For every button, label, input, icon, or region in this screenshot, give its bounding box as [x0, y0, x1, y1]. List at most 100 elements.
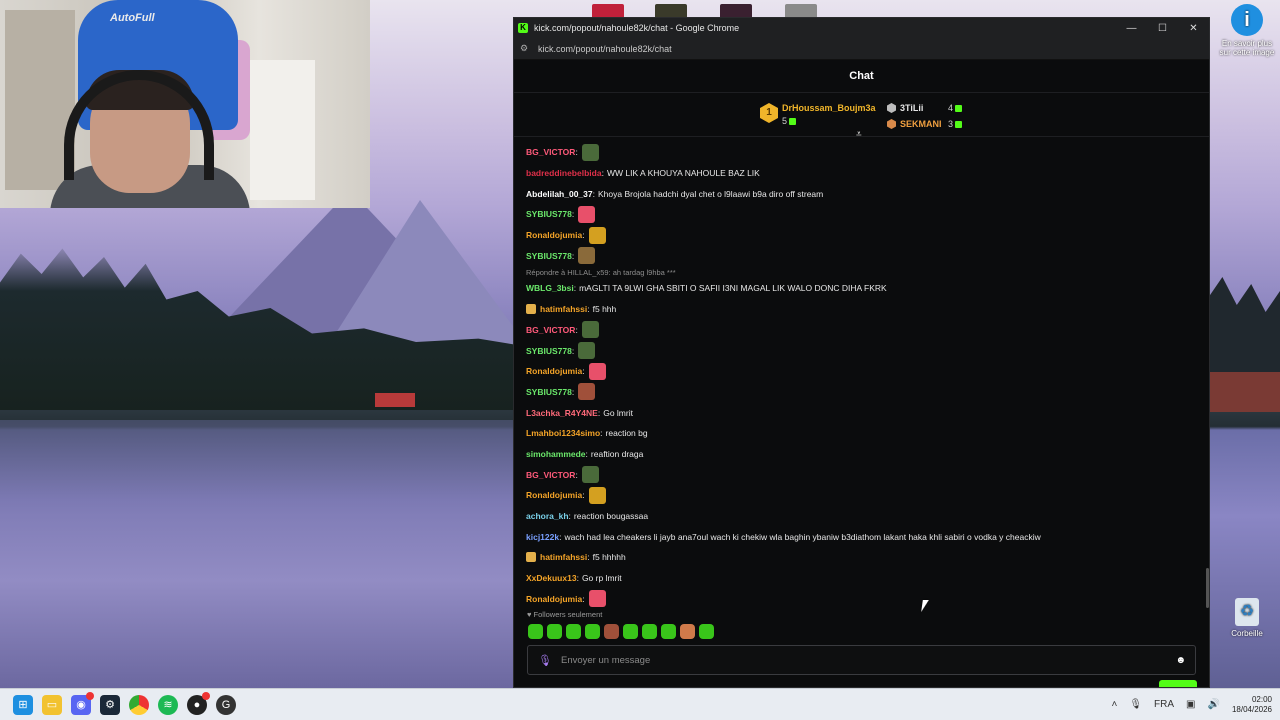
language-indicator[interactable]: FRA [1154, 699, 1174, 710]
steam-icon[interactable]: ⚙ [100, 694, 120, 715]
chat-username[interactable]: SYBIUS778 [526, 209, 572, 219]
emote-button[interactable] [547, 624, 562, 639]
chat-username[interactable]: kicj122k [526, 532, 559, 542]
chat-emote-icon [588, 590, 606, 608]
chat-message: badreddinebelbida: WW LIK A KHOUYA NAHOUL… [526, 168, 760, 179]
chat-username[interactable]: simohammede [526, 449, 586, 459]
chat-emote-icon [578, 383, 596, 401]
top-gifters-bar: 1 DrHoussam_Boujm3a 5 3TiLii 4 SEKMANI 3… [514, 93, 1209, 140]
chat-username[interactable]: Lmahboi1234simo [526, 428, 600, 438]
close-button[interactable]: ✕ [1178, 23, 1209, 34]
desktop-icon-recycle-bin[interactable]: ♻ Corbeille [1222, 598, 1272, 638]
emote-button[interactable] [528, 624, 543, 639]
volume-icon[interactable]: 🔊 [1208, 699, 1220, 710]
emoji-picker-icon[interactable]: ☻ [1175, 655, 1186, 666]
chat-username[interactable]: SYBIUS778 [526, 387, 572, 397]
rank-3-badge [887, 119, 896, 129]
chat-username[interactable]: SYBIUS778 [526, 251, 572, 261]
chat-username[interactable]: hatimfahssi [540, 304, 587, 314]
chat-message: kicj122k: wach had lea cheakers li jayb a… [526, 531, 1041, 542]
emote-button[interactable] [566, 624, 581, 639]
chat-username[interactable]: L3achka_R4Y4NE [526, 408, 598, 418]
chat-emote-icon [588, 226, 606, 244]
emote-button[interactable] [604, 624, 619, 639]
chat-scrollbar[interactable] [1206, 568, 1209, 608]
gifter-name[interactable]: DrHoussam_Boujm3a [782, 103, 876, 113]
chat-message: BG_VICTOR: [526, 464, 1209, 485]
rank-2-badge [887, 103, 896, 113]
chat-message: XxDekuux13: Go rp lmrit [526, 573, 622, 584]
chat-username[interactable]: BG_VICTOR [526, 470, 575, 480]
chat-username[interactable]: achora_kh [526, 511, 569, 521]
desktop-icon-info[interactable]: i En savoir plus sur cette image [1216, 4, 1278, 57]
chat-username[interactable]: WBLG_3bsi [526, 283, 574, 293]
input-placeholder[interactable]: Envoyer un message [561, 655, 650, 666]
gifter-name[interactable]: SEKMANI [900, 119, 942, 129]
chat-message: Ronaldojumia: [526, 588, 1209, 609]
webcam-feed: AutoFull [0, 0, 370, 208]
network-icon[interactable]: ▣ [1186, 699, 1195, 710]
site-settings-icon[interactable]: ⚙ [520, 43, 534, 54]
chrome-icon[interactable] [129, 694, 149, 715]
emote-button[interactable] [661, 624, 676, 639]
collapse-gifters-icon[interactable]: ⩡ [856, 129, 862, 140]
chat-username[interactable]: Ronaldojumia [526, 490, 582, 500]
chat-username[interactable]: BG_VICTOR [526, 147, 575, 157]
quick-emote-bar [528, 624, 714, 639]
chair-logo-text: AutoFull [110, 12, 155, 24]
notification-badge-icon [86, 691, 94, 700]
emote-button[interactable] [623, 624, 638, 639]
obs-icon[interactable]: ● [187, 691, 210, 715]
windows-start-icon[interactable]: ⊞ [13, 694, 33, 715]
chat-message: SYBIUS778: [526, 204, 1209, 225]
emote-button[interactable] [585, 624, 600, 639]
emote-button[interactable] [699, 624, 714, 639]
maximize-button[interactable]: ☐ [1147, 23, 1178, 34]
desktop-icon-label: En savoir plus sur cette image [1219, 39, 1275, 57]
chat-username[interactable]: hatimfahssi [540, 552, 587, 562]
user-badge-icon [526, 552, 536, 563]
chat-username[interactable]: Ronaldojumia [526, 366, 582, 376]
chat-username[interactable]: SYBIUS778 [526, 346, 572, 356]
gift-sub-icon [955, 121, 963, 129]
address-bar[interactable]: ⚙ kick.com/popout/nahoule82k/chat [514, 38, 1209, 60]
gift-sub-icon [955, 105, 963, 113]
chat-username[interactable]: BG_VICTOR [526, 325, 575, 335]
discord-icon[interactable]: ◉ [71, 691, 94, 715]
chat-emote-icon [581, 466, 599, 484]
microphone-tray-icon[interactable]: 🎙 [1129, 699, 1142, 710]
chat-message: WBLG_3bsi: mAGLTI TA 9LWI GHA SBITI O SAF… [526, 283, 887, 294]
chat-username[interactable]: Abdelilah_00_37 [526, 189, 593, 199]
chat-message: BG_VICTOR: [526, 320, 1209, 341]
reply-context[interactable]: Répondre à HILLAL_x59: ah tardag l9hba *… [526, 266, 1209, 278]
chat-username[interactable]: Ronaldojumia [526, 230, 582, 240]
spotify-icon[interactable]: ≋ [158, 694, 178, 715]
chat-username[interactable]: XxDekuux13 [526, 573, 577, 583]
chat-message: SYBIUS778: [526, 340, 1209, 361]
wallpaper-house [375, 393, 415, 407]
microphone-icon[interactable]: 🎙 [538, 654, 552, 667]
app-icon[interactable]: G [216, 694, 236, 715]
chat-emote-icon [578, 342, 596, 360]
rank-1-badge: 1 [760, 103, 778, 123]
chat-message-text: f5 hhh [592, 304, 617, 315]
chat-message-text: reaction bougassaa [573, 511, 649, 522]
chat-username[interactable]: badreddinebelbida [526, 168, 602, 178]
minimize-button[interactable]: — [1116, 23, 1147, 34]
gifter-name[interactable]: 3TiLii [900, 103, 923, 113]
taskbar: ⊞ ▭ ◉ ⚙ ≋ ● G ˄ 🎙 FRA ▣ 🔊 02:00 18/04/20… [0, 688, 1280, 720]
emote-button[interactable] [680, 624, 695, 639]
emote-button[interactable] [642, 624, 657, 639]
file-explorer-icon[interactable]: ▭ [42, 694, 62, 715]
url-text[interactable]: kick.com/popout/nahoule82k/chat [538, 44, 672, 54]
clock[interactable]: 02:00 18/04/2026 [1232, 695, 1272, 715]
chat-message: SYBIUS778: [526, 382, 1209, 403]
chat-message-text: wach had lea cheakers li jayb ana7oul wa… [564, 531, 1041, 542]
send-button[interactable] [1159, 680, 1197, 687]
chat-message-list[interactable]: BG_VICTOR: badreddinebelbida: WW LIK A KHO… [514, 142, 1209, 612]
show-hidden-icons-icon[interactable]: ˄ [1112, 699, 1118, 710]
chat-message: Ronaldojumia: [526, 225, 1209, 246]
chat-message-input[interactable]: 🎙 Envoyer un message ☻ [527, 645, 1196, 675]
chat-username[interactable]: Ronaldojumia [526, 594, 582, 604]
title-bar[interactable]: K kick.com/popout/nahoule82k/chat - Goog… [514, 18, 1209, 38]
